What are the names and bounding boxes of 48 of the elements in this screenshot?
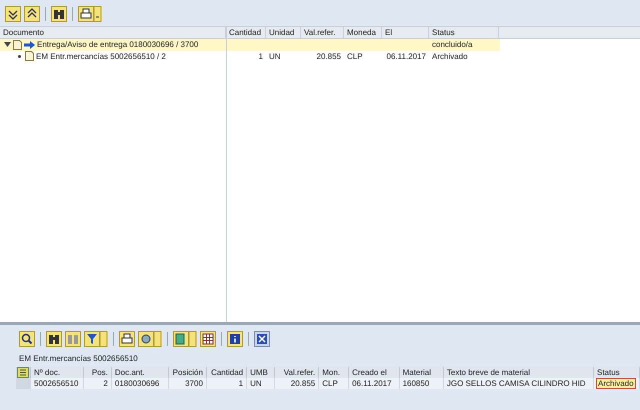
binoculars-icon[interactable] [51,6,67,22]
tree-cell: concluido/a [432,40,472,49]
tree-row[interactable]: Entrega/Aviso de entrega 0180030696 / 3700 concluido/a [0,39,500,50]
table-cell: 1 [238,379,244,388]
expand-all-icon[interactable] [5,6,21,22]
status-cell: Archivado [596,379,635,388]
tree-cell: 20.855 [316,52,341,60]
table-cell: 06.11.2017 [352,379,392,388]
layout-icon[interactable] [17,367,29,378]
tree-row[interactable]: EM Entr.mercancías 5002656510 / 2 1 UN 20.855 CLP 06.11.2017 Archivado [0,50,640,62]
column-header[interactable]: Unidad [269,28,294,37]
tree-cell: 06.11.2017 [386,52,426,60]
filter-icon[interactable] [84,331,108,347]
tree-cell: UN [269,52,281,60]
list-title: EM Entr.mercancías 5002656510 [19,354,138,363]
table-cell: UN [250,379,262,388]
document-icon [13,40,22,50]
table-cell: 20.855 [290,379,316,388]
table-cell: 160850 [402,379,430,388]
table-cell: 3700 [185,379,203,388]
column-header[interactable]: Cantidad [229,28,262,37]
table-cell: 5002656510 [34,379,78,388]
table-cell: CLP [322,379,338,388]
printer-icon[interactable] [78,6,102,22]
collapse-all-icon[interactable] [24,6,40,22]
printer-icon[interactable] [119,331,135,347]
column-header[interactable]: Documento [3,28,44,37]
tree-bullet [18,54,21,58]
details-icon[interactable] [19,331,35,347]
table-cell: 2 [103,379,108,388]
expand-toggle[interactable] [4,41,11,48]
column-header[interactable]: Val.refer. [304,28,336,37]
table-cell: 0180030696 [114,379,160,388]
arrow-icon [24,40,35,49]
info-icon[interactable] [227,331,243,347]
column-header[interactable]: Moneda [347,28,376,37]
tree-cell: 1 [258,52,263,60]
column-header[interactable]: El [385,28,392,37]
column-header[interactable]: Status [432,28,455,37]
document-icon [25,51,34,62]
tree-cell: CLP [347,52,363,60]
binoculars-icon[interactable] [46,331,62,347]
tree-node-label[interactable]: EM Entr.mercancías 5002656510 / 2 [36,50,166,62]
grid-icon[interactable] [200,331,216,347]
tree-node-label[interactable]: Entrega/Aviso de entrega 0180030696 / 3700 [37,39,198,50]
close-icon[interactable] [254,331,270,347]
tree-cell: Archivado [432,52,468,60]
table-cell: JGO SELLOS CAMISA CILINDRO HID [446,379,586,388]
